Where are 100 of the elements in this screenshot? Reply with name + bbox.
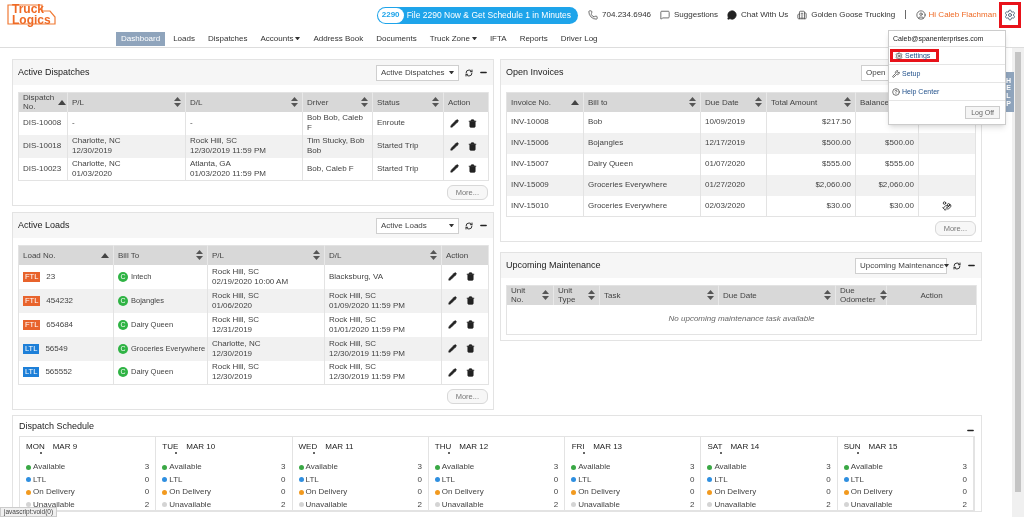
sort-icon[interactable]: [542, 290, 549, 301]
table-cell-text: Rock Hill, SC: [329, 362, 378, 373]
column-header[interactable]: Load No.: [23, 250, 56, 260]
status-label: On Delivery: [714, 487, 758, 498]
sort-icon[interactable]: [432, 97, 439, 108]
weekday-label: SAT: [707, 442, 723, 452]
header-link[interactable]: 704.234.6946: [602, 9, 652, 21]
table-cell: Started Trip: [377, 163, 419, 173]
nav-tab[interactable]: Truck Zone: [424, 31, 482, 46]
sort-icon[interactable]: [196, 250, 203, 261]
sort-ascending-icon[interactable]: [58, 99, 67, 105]
header-link[interactable]: Suggestions: [674, 9, 719, 21]
status-count: 0: [417, 474, 422, 485]
table-cell-text: Charlotte, NC: [72, 136, 122, 146]
sort-ascending-icon[interactable]: [571, 99, 579, 105]
edit-icon[interactable]: [450, 164, 459, 174]
edit-icon[interactable]: [448, 272, 457, 281]
date-label: MAR 9: [52, 442, 78, 453]
nav-tab[interactable]: Driver Log: [555, 31, 603, 46]
column-header[interactable]: D/L: [190, 97, 203, 107]
sort-icon[interactable]: [313, 250, 320, 261]
user-icon: [915, 10, 926, 20]
sort-ascending-icon[interactable]: [101, 252, 109, 258]
table-cell-text: Rock Hill, SC: [190, 136, 239, 146]
payment-icon[interactable]: [942, 200, 952, 211]
sort-icon[interactable]: [430, 250, 437, 261]
table-cell: DIS-10023: [23, 163, 62, 173]
status-count: 0: [826, 487, 831, 498]
separator: |: [904, 8, 907, 22]
view-select[interactable]: Active Loads: [376, 217, 459, 234]
sort-icon[interactable]: [755, 97, 762, 108]
column-header[interactable]: Bill To: [118, 250, 140, 260]
delete-icon[interactable]: [466, 320, 475, 329]
edit-icon[interactable]: [448, 367, 457, 377]
status-count: 2: [281, 499, 286, 510]
status-count: 3: [553, 462, 559, 473]
status-label: On Delivery: [33, 487, 76, 498]
nav-tab[interactable]: Accounts: [255, 31, 306, 46]
table-cell-text: 12/30/2019 11:59 PM: [329, 372, 406, 383]
delete-icon[interactable]: [466, 272, 475, 281]
column-header[interactable]: P/L: [212, 250, 224, 260]
delete-icon[interactable]: [466, 296, 475, 305]
sort-icon[interactable]: [707, 290, 714, 301]
column-header[interactable]: Action: [920, 290, 943, 300]
table-cell: 565552: [45, 367, 73, 378]
status-label: On Delivery: [169, 487, 213, 498]
delete-icon[interactable]: [468, 164, 477, 174]
view-select[interactable]: Upcoming Maintenance: [855, 257, 947, 274]
status-count: 0: [281, 487, 286, 498]
edit-icon[interactable]: [448, 296, 457, 305]
table-cell-text: 01/03/2020 11:59 PM: [190, 168, 267, 179]
nav-tab[interactable]: Address Book: [308, 31, 369, 46]
delete-icon[interactable]: [468, 118, 477, 128]
scrollbar[interactable]: [1012, 48, 1024, 517]
header-link[interactable]: Chat With Us: [741, 9, 789, 21]
header-link[interactable]: Golden Goose Trucking: [811, 9, 896, 21]
caret-icon: [944, 263, 950, 268]
status-label: Unavailable: [850, 499, 894, 510]
column-header[interactable]: P/L: [72, 97, 84, 107]
edit-icon[interactable]: [448, 344, 457, 353]
status-count: 2: [417, 499, 422, 510]
truck-outline-icon: [6, 2, 56, 28]
sort-icon[interactable]: [174, 97, 181, 108]
column-header[interactable]: Driver: [307, 97, 329, 107]
nav-tab[interactable]: Reports: [514, 31, 553, 46]
sort-icon[interactable]: [689, 97, 696, 108]
refresh-icon[interactable]: [953, 261, 961, 270]
sort-icon[interactable]: [291, 97, 298, 108]
column-header[interactable]: Status: [377, 97, 400, 107]
sort-icon[interactable]: [361, 97, 368, 108]
refresh-icon[interactable]: [465, 68, 473, 77]
delete-icon[interactable]: [466, 367, 475, 377]
nav-tab[interactable]: Dispatches: [202, 31, 253, 46]
status-count: 3: [417, 462, 422, 473]
edit-icon[interactable]: [450, 118, 459, 128]
delete-icon[interactable]: [468, 141, 477, 151]
settings-icon: [1003, 9, 1016, 21]
column-header[interactable]: D/L: [329, 250, 342, 260]
nav-tab[interactable]: Loads: [168, 31, 200, 46]
table-cell: $2,060.00: [815, 180, 851, 189]
sort-icon[interactable]: [844, 97, 851, 108]
table-cell: 02/03/2020: [705, 200, 746, 210]
edit-icon[interactable]: [450, 141, 459, 151]
status-count: 0: [144, 474, 150, 485]
table-cell: Bob Bob, Caleb F: [307, 113, 364, 132]
sort-icon[interactable]: [588, 290, 595, 301]
edit-icon[interactable]: [448, 320, 457, 329]
caret-icon: [449, 70, 454, 75]
status-label: Unavailable: [714, 499, 758, 510]
delete-icon[interactable]: [466, 344, 475, 353]
column-header[interactable]: Bill to: [588, 97, 608, 107]
view-select[interactable]: Active Dispatches: [376, 64, 459, 81]
date-label: MAR 14: [730, 442, 760, 453]
nav-tab[interactable]: IFTA: [484, 31, 512, 46]
column-header[interactable]: Due Date: [723, 290, 757, 300]
column-header[interactable]: Task: [604, 290, 621, 300]
nav-tab[interactable]: Documents: [371, 31, 422, 46]
settings-button[interactable]: [998, 2, 1021, 28]
sort-icon[interactable]: [824, 290, 831, 301]
refresh-icon[interactable]: [465, 221, 473, 230]
